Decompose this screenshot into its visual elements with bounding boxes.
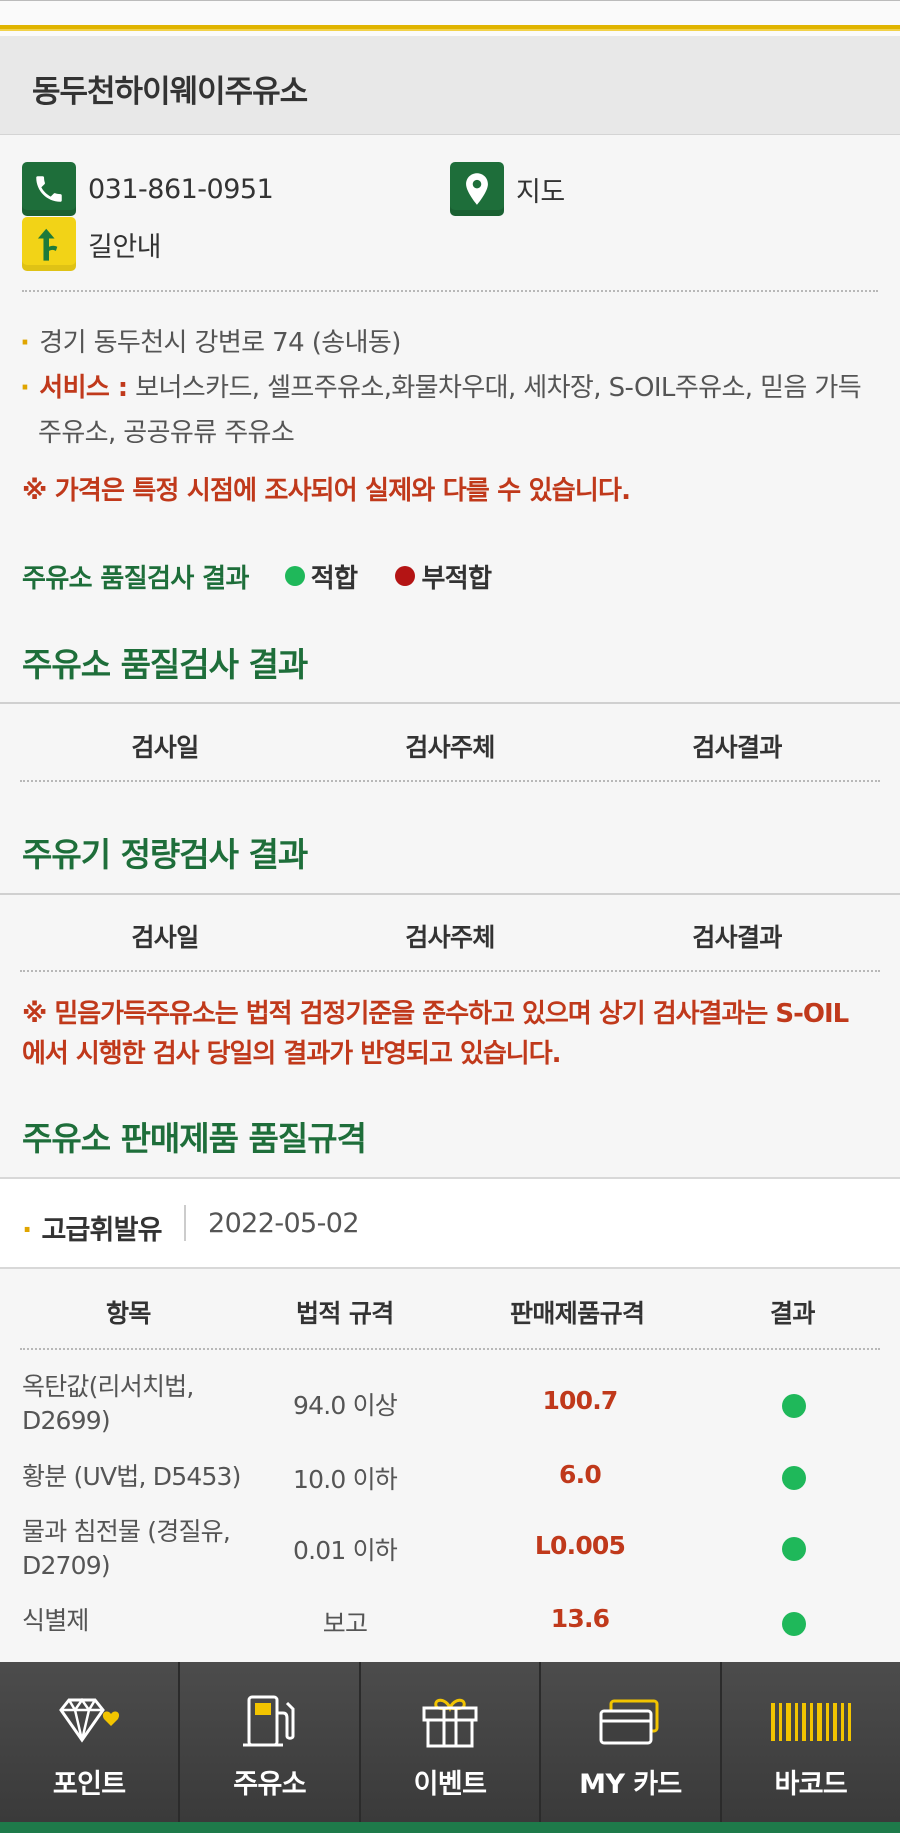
services-continued: 주유소, 공공유류 주유소 (38, 418, 295, 448)
table-divider (20, 780, 880, 782)
legend-title: 주유소 품질검사 결과 (22, 563, 249, 594)
table-divider (20, 1348, 880, 1350)
quality-table-header: 검사일 검사주체 검사결과 (0, 728, 900, 768)
services-list: 보너스카드, 셀프주유소,화물차우대, 세차장, S-OIL주유소, 믿음 가득 (135, 373, 862, 403)
nav-event[interactable]: 이벤트 (361, 1662, 542, 1822)
nav-mycard-label: MY 카드 (579, 1769, 682, 1800)
pass-dot-icon (782, 1612, 806, 1636)
table-divider (20, 970, 880, 972)
fuel-pump-icon (239, 1692, 301, 1752)
spec-table-header: 항목 법적 규격 판매제품규격 결과 (0, 1290, 900, 1334)
page-header: 동두천하이웨이주유소 (0, 36, 900, 135)
page-title: 동두천하이웨이주유소 (32, 74, 308, 110)
spec-item: 물과 침전물 (경질유, D2709) (22, 1517, 231, 1580)
nav-barcode-label: 바코드 (774, 1769, 848, 1800)
nav-station[interactable]: 주유소 (180, 1662, 361, 1822)
divider (22, 290, 878, 292)
bottom-accent-bar (0, 1822, 900, 1833)
separator (184, 1205, 186, 1241)
nav-event-label: 이벤트 (413, 1769, 487, 1800)
pass-dot-icon (782, 1466, 806, 1490)
directions-link[interactable]: 길안내 (22, 217, 162, 271)
col-agency: 검사주체 (405, 733, 495, 762)
spec-legal: 0.01 이하 (292, 1536, 398, 1565)
spec-item: 식별제 (22, 1606, 89, 1635)
spec-item: 옥탄값(리서치법, D2699) (22, 1372, 194, 1435)
table-row: 황분 (UV법, D5453) 10.0 이하 6.0 (0, 1460, 900, 1500)
col-legal: 법적 규격 (296, 1299, 394, 1328)
col-product: 판매제품규격 (510, 1299, 645, 1328)
directions-label: 길안내 (88, 231, 162, 263)
col-result: 결과 (770, 1299, 815, 1328)
nav-barcode[interactable]: 바코드 (722, 1662, 900, 1822)
spec-legal: 94.0 이상 (292, 1391, 398, 1420)
map-pin-icon (450, 162, 504, 216)
col-agency: 검사주체 (405, 923, 495, 952)
table-row: 옥탄값(리서치법, D2699) 94.0 이상 100.7 (0, 1370, 900, 1440)
directions-arrow-icon (22, 217, 76, 271)
spec-item: 황분 (UV법, D5453) (22, 1462, 241, 1491)
map-link[interactable]: 지도 (450, 162, 565, 216)
spec-product: L0.005 (534, 1531, 626, 1560)
nav-point-label: 포인트 (52, 1769, 126, 1800)
col-result: 검사결과 (692, 733, 782, 762)
spec-legal: 보고 (322, 1609, 368, 1638)
pass-dot-icon (782, 1537, 806, 1561)
phone-number: 031-861-0951 (88, 173, 274, 205)
nav-station-label: 주유소 (233, 1769, 306, 1800)
gold-accent-line (0, 25, 900, 31)
quality-legend: 주유소 품질검사 결과 적합 부적합 (22, 556, 492, 596)
bottom-nav: 포인트 주유소 이벤트 MY 카드 바코드 (0, 1662, 900, 1822)
spec-product: 6.0 (559, 1460, 602, 1489)
nav-point[interactable]: 포인트 (0, 1662, 181, 1822)
top-strip (0, 0, 900, 38)
legend-fail: 부적합 (395, 558, 492, 595)
quality-section-title: 주유소 품질검사 결과 (22, 645, 308, 684)
gift-box-icon (418, 1692, 482, 1752)
col-result: 검사결과 (692, 923, 782, 952)
meter-table-header: 검사일 검사주체 검사결과 (0, 918, 900, 958)
green-dot-icon (284, 566, 305, 586)
diamond-heart-icon (51, 1692, 127, 1752)
spec-legal: 10.0 이하 (292, 1465, 398, 1494)
spec-product: 13.6 (550, 1604, 610, 1633)
col-date: 검사일 (131, 733, 199, 762)
table-row: 식별제 보고 13.6 (0, 1604, 900, 1644)
price-notice: ※ 가격은 특정 시점에 조사되어 실제와 다를 수 있습니다. (22, 476, 631, 506)
services: · 서비스 : 보너스카드, 셀프주유소,화물차우대, 세차장, S-OIL주유소… (20, 373, 862, 403)
address: · 경기 동두천시 강변로 74 (송내동) (20, 328, 401, 358)
product-date: 2022-05-02 (208, 1208, 360, 1239)
phone-link[interactable]: 031-861-0951 (22, 162, 274, 216)
services-label: 서비스 : (39, 373, 128, 403)
section-divider (0, 893, 900, 895)
section-divider (0, 702, 900, 704)
col-item: 항목 (106, 1299, 151, 1328)
col-date: 검사일 (131, 923, 199, 952)
red-dot-icon (395, 566, 416, 586)
meter-section-title: 주유기 정량검사 결과 (22, 835, 308, 874)
product-name: · 고급휘발유 (22, 1215, 162, 1246)
product-header: · 고급휘발유 2022-05-02 (0, 1177, 900, 1269)
pass-dot-icon (782, 1394, 806, 1418)
nav-mycard[interactable]: MY 카드 (541, 1662, 722, 1822)
spec-product: 100.7 (542, 1386, 618, 1415)
trust-notice: ※ 믿음가득주유소는 법적 검정기준을 준수하고 있으며 상기 검사결과는 S-… (22, 999, 849, 1069)
map-label: 지도 (516, 176, 565, 208)
barcode-icon (769, 1692, 853, 1752)
phone-icon (22, 162, 76, 216)
legend-pass: 적합 (284, 558, 358, 595)
table-row: 물과 침전물 (경질유, D2709) 0.01 이하 L0.005 (0, 1515, 900, 1585)
spec-section-title: 주유소 판매제품 품질규격 (22, 1119, 367, 1158)
card-icon (595, 1692, 665, 1752)
